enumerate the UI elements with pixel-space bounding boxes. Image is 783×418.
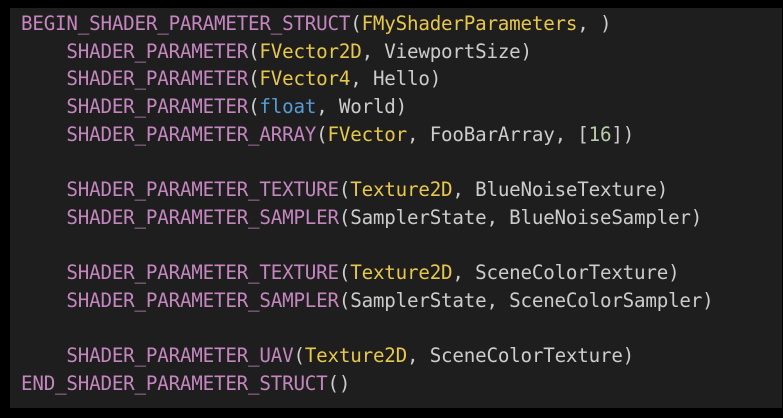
punctuation-token: (	[248, 67, 260, 91]
type-token: Texture2D	[304, 344, 407, 368]
macro-token: SHADER_PARAMETER	[66, 67, 249, 91]
punctuation-token: (	[316, 122, 328, 146]
macro-token: SHADER_PARAMETER_TEXTURE	[66, 261, 339, 285]
type-token: Texture2D	[350, 261, 453, 285]
code-line: SHADER_PARAMETER_UAV(Texture2D, SceneCol…	[21, 342, 714, 370]
identifier-token: , SceneColorTexture)	[407, 344, 635, 368]
punctuation-token: ()	[327, 371, 351, 395]
punctuation-token: (	[293, 344, 305, 368]
keyword-token: float	[259, 95, 317, 119]
macro-token: SHADER_PARAMETER	[66, 39, 249, 63]
code-editor-panel: BEGIN_SHADER_PARAMETER_STRUCT(FMyShaderP…	[10, 8, 782, 408]
macro-token: SHADER_PARAMETER_UAV	[66, 344, 294, 368]
punctuation-token: , )	[577, 12, 612, 35]
identifier-token: (SamplerState, SceneColorSampler)	[338, 288, 714, 312]
punctuation-token	[21, 40, 66, 63]
code-line: BEGIN_SHADER_PARAMETER_STRUCT(FMyShaderP…	[21, 10, 714, 38]
code-line: SHADER_PARAMETER_SAMPLER(SamplerState, B…	[21, 204, 714, 232]
punctuation-token	[21, 261, 66, 284]
identifier-token: (SamplerState, BlueNoiseSampler)	[338, 205, 703, 229]
code-block[interactable]: BEGIN_SHADER_PARAMETER_STRUCT(FMyShaderP…	[21, 10, 714, 398]
identifier-token: , ViewportSize)	[361, 39, 532, 63]
code-line: SHADER_PARAMETER_TEXTURE(Texture2D, Blue…	[21, 176, 714, 204]
type-token: FVector	[327, 122, 408, 146]
identifier-token: , Hello)	[350, 67, 442, 91]
type-token: FMyShaderParameters	[361, 12, 578, 35]
punctuation-token: (	[248, 39, 260, 63]
macro-token: END_SHADER_PARAMETER_STRUCT	[21, 371, 328, 395]
code-line: SHADER_PARAMETER(FVector2D, ViewportSize…	[21, 38, 714, 66]
code-line: SHADER_PARAMETER_TEXTURE(Texture2D, Scen…	[21, 259, 714, 287]
punctuation-token	[21, 206, 66, 229]
code-line: SHADER_PARAMETER_SAMPLER(SamplerState, S…	[21, 287, 714, 315]
punctuation-token	[21, 67, 66, 90]
type-token: Texture2D	[350, 178, 453, 202]
macro-token: SHADER_PARAMETER_ARRAY	[66, 122, 317, 146]
punctuation-token: (	[338, 261, 351, 285]
identifier-token: , BlueNoiseTexture)	[452, 178, 669, 202]
punctuation-token: (	[338, 178, 351, 202]
identifier-token: , World)	[316, 95, 408, 119]
punctuation-token	[21, 344, 66, 367]
punctuation-token: ])	[611, 122, 635, 146]
macro-token: SHADER_PARAMETER_TEXTURE	[66, 178, 339, 202]
punctuation-token	[21, 289, 66, 312]
type-token: FVector4	[259, 67, 351, 91]
macro-token: SHADER_PARAMETER_SAMPLER	[66, 205, 339, 229]
punctuation-token	[21, 123, 66, 146]
punctuation-token: (	[248, 95, 260, 119]
macro-token: BEGIN_SHADER_PARAMETER_STRUCT	[21, 12, 351, 35]
number-token: 16	[588, 122, 612, 146]
punctuation-token: (	[350, 12, 362, 35]
punctuation-token	[21, 178, 66, 201]
macro-token: SHADER_PARAMETER_SAMPLER	[66, 288, 339, 312]
code-line: END_SHADER_PARAMETER_STRUCT()	[21, 370, 714, 398]
code-line: SHADER_PARAMETER(FVector4, Hello)	[21, 65, 714, 93]
macro-token: SHADER_PARAMETER	[66, 95, 249, 119]
type-token: FVector2D	[259, 39, 362, 63]
code-line: SHADER_PARAMETER_ARRAY(FVector, FooBarAr…	[21, 121, 714, 149]
punctuation-token	[21, 95, 66, 118]
identifier-token: , SceneColorTexture)	[452, 261, 680, 285]
identifier-token: , FooBarArray, [	[407, 122, 589, 146]
code-line: SHADER_PARAMETER(float, World)	[21, 93, 714, 121]
